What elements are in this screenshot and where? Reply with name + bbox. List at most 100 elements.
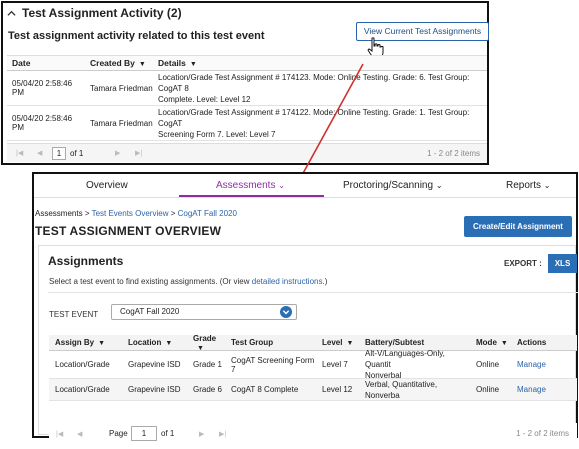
page-number-input[interactable]: 1 xyxy=(52,147,66,160)
test-event-label: TEST EVENT xyxy=(49,310,99,319)
assignments-card: Assignments EXPORT : XLS Select a test e… xyxy=(38,245,578,445)
row-details-line: Location/Grade Test Assignment # 174122.… xyxy=(158,107,470,128)
col-battery[interactable]: Battery/Subtest xyxy=(359,337,470,348)
next-page-icon[interactable]: ▶ xyxy=(115,149,120,157)
chevron-up-icon[interactable] xyxy=(7,9,16,18)
cell-grade: Grade 1 xyxy=(193,360,222,369)
chevron-down-icon: ⌄ xyxy=(435,181,443,190)
cell-assign-by: Location/Grade xyxy=(55,360,110,369)
prev-page-icon[interactable]: ◀ xyxy=(77,430,82,438)
cell-level: Level 12 xyxy=(322,385,353,394)
col-actions: Actions xyxy=(511,338,577,347)
breadcrumb-separator: > xyxy=(84,209,90,218)
assignments-title: Assignments xyxy=(48,254,124,268)
row-details-line: Location/Grade Test Assignment # 174123.… xyxy=(158,72,470,93)
nav-assessments-label: Assessments xyxy=(216,180,276,191)
sort-down-icon[interactable]: ▼ xyxy=(139,61,146,68)
col-date[interactable]: Date xyxy=(7,58,85,68)
next-page-icon[interactable]: ▶ xyxy=(199,430,204,438)
cell-battery: Alt-V/Languages-Only, Quantit Nonverbal xyxy=(359,348,470,381)
manage-link[interactable]: Manage xyxy=(511,385,577,394)
cell-mode: Online xyxy=(476,385,500,394)
table-row: Location/Grade Grapevine ISD Grade 6 Cog… xyxy=(49,379,577,401)
create-edit-assignment-button[interactable]: Create/Edit Assignment xyxy=(464,216,572,237)
chevron-down-icon: ⌄ xyxy=(278,181,285,190)
manage-link[interactable]: Manage xyxy=(511,360,577,369)
col-label: Location xyxy=(128,338,162,347)
activity-header-text: Test Assignment Activity (2) xyxy=(22,6,182,20)
col-level[interactable]: Level ▼ xyxy=(316,338,359,347)
nav-proctoring[interactable]: Proctoring/Scanning ⌄ xyxy=(343,180,443,191)
page-range-label: 1 - 2 of 2 items xyxy=(427,149,480,158)
breadcrumb: Assessments > Test Events Overview > Cog… xyxy=(35,209,237,218)
page-number-input[interactable]: 1 xyxy=(131,426,157,441)
page-title: TEST ASSIGNMENT OVERVIEW xyxy=(35,224,222,238)
page-range-label: 1 - 2 of 2 items xyxy=(516,429,569,438)
nav-reports[interactable]: Reports ⌄ xyxy=(506,180,551,191)
test-event-select[interactable]: CogAT Fall 2020 xyxy=(111,304,297,320)
test-assignment-activity-panel: Test Assignment Activity (2) Test assign… xyxy=(1,1,489,165)
sort-down-icon[interactable]: ▼ xyxy=(165,340,172,347)
activity-table: Date Created By ▼ Details ▼ 05/04/20 2:58:… xyxy=(7,55,487,141)
page-of-label: of 1 xyxy=(161,429,175,438)
sort-down-icon[interactable]: ▼ xyxy=(501,340,508,347)
table-row: Location/Grade Grapevine ISD Grade 1 Cog… xyxy=(49,348,577,381)
col-mode[interactable]: Mode ▼ xyxy=(470,338,511,347)
last-page-icon[interactable]: ▶| xyxy=(219,430,226,438)
cell-battery-line: Alt-V/Languages-Only, Quantit xyxy=(365,349,445,369)
sort-down-icon[interactable]: ▼ xyxy=(197,345,204,352)
divider xyxy=(48,292,578,293)
test-event-value: CogAT Fall 2020 xyxy=(120,307,180,316)
table-row: 05/04/20 2:58:46 PM Tamara Friedman Loca… xyxy=(7,71,487,106)
col-date-label: Date xyxy=(12,58,31,68)
col-grade[interactable]: Grade ▼ xyxy=(187,334,225,352)
cell-test-group: CogAT 8 Complete xyxy=(231,385,299,394)
chevron-down-icon[interactable] xyxy=(280,306,292,318)
col-details-label: Details xyxy=(158,58,186,68)
nav-active-underline xyxy=(179,195,324,197)
xls-export-button[interactable]: XLS xyxy=(548,254,577,273)
breadcrumb-test-events-overview[interactable]: Test Events Overview xyxy=(92,209,169,218)
first-page-icon[interactable]: |◀ xyxy=(16,149,23,157)
row-details: Location/Grade Test Assignment # 174122.… xyxy=(153,107,487,140)
row-details: Location/Grade Test Assignment # 174123.… xyxy=(153,72,487,105)
breadcrumb-current-event[interactable]: CogAT Fall 2020 xyxy=(178,209,237,218)
export-label: EXPORT : xyxy=(504,259,542,268)
first-page-icon[interactable]: |◀ xyxy=(56,430,63,438)
cell-grade: Grade 6 xyxy=(193,385,222,394)
col-assign-by[interactable]: Assign By ▼ xyxy=(49,338,122,347)
col-label: Assign By xyxy=(55,338,95,347)
last-page-icon[interactable]: ▶| xyxy=(135,149,142,157)
cell-assign-by: Location/Grade xyxy=(55,385,110,394)
table-row: 05/04/20 2:58:46 PM Tamara Friedman Loca… xyxy=(7,106,487,141)
main-nav: Overview Assessments ⌄ Proctoring/Scanni… xyxy=(34,174,576,198)
breadcrumb-assessments[interactable]: Assessments xyxy=(35,209,83,218)
col-label: Mode xyxy=(476,338,497,347)
nav-overview[interactable]: Overview xyxy=(86,180,128,191)
prev-page-icon[interactable]: ◀ xyxy=(37,149,42,157)
cell-battery: Verbal, Quantitative, Nonverba xyxy=(365,379,438,400)
detailed-instructions-link[interactable]: detailed instructions xyxy=(252,277,323,286)
col-created-by-label: Created By xyxy=(90,58,135,68)
page-of-label: of 1 xyxy=(70,149,84,158)
col-label: Test Group xyxy=(231,338,274,347)
sort-down-icon[interactable]: ▼ xyxy=(346,340,353,347)
row-created-by: Tamara Friedman xyxy=(90,118,153,128)
col-details[interactable]: Details ▼ xyxy=(153,58,487,68)
col-label: Actions xyxy=(517,338,547,347)
assignments-hint: Select a test event to find existing ass… xyxy=(49,277,327,286)
cell-location: Grapevine ISD xyxy=(128,360,181,369)
row-date: 05/04/20 2:58:46 PM xyxy=(12,114,73,132)
sort-down-icon[interactable]: ▼ xyxy=(98,340,105,347)
row-created-by: Tamara Friedman xyxy=(90,83,153,93)
col-location[interactable]: Location ▼ xyxy=(122,338,187,347)
col-label: Level xyxy=(322,338,343,347)
sort-down-icon[interactable]: ▼ xyxy=(190,61,197,68)
nav-proctoring-label: Proctoring/Scanning xyxy=(343,180,434,191)
nav-assessments[interactable]: Assessments ⌄ xyxy=(216,180,285,191)
row-date: 05/04/20 2:58:46 PM xyxy=(12,79,73,97)
col-created-by[interactable]: Created By ▼ xyxy=(85,58,153,68)
activity-header[interactable]: Test Assignment Activity (2) xyxy=(7,6,182,20)
col-test-group[interactable]: Test Group xyxy=(225,338,316,347)
hint-text-end: .) xyxy=(322,277,328,286)
